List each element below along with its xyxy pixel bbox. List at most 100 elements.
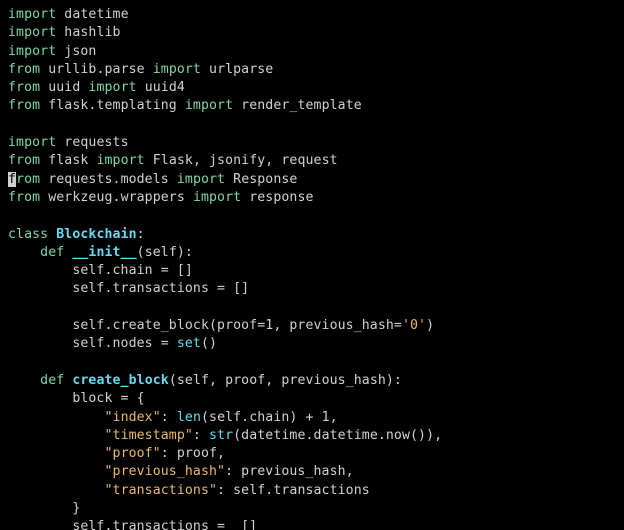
code-token: "timestamp" bbox=[104, 428, 192, 443]
code-editor[interactable]: import datetime import hashlib import js… bbox=[0, 0, 624, 530]
code-token: "transactions" bbox=[104, 483, 217, 498]
code-token: : bbox=[137, 227, 145, 242]
code-line: from werkzeug.wrappers import response bbox=[8, 190, 314, 205]
code-token: __init__ bbox=[72, 245, 136, 260]
code-token: ) bbox=[426, 318, 434, 333]
code-line: "proof": proof, bbox=[8, 446, 225, 461]
code-token bbox=[8, 410, 104, 425]
code-token: render_template bbox=[233, 98, 362, 113]
code-token: , previous_hash= bbox=[273, 318, 402, 333]
code-token: Blockchain bbox=[56, 227, 136, 242]
code-token: self.transactions = [] bbox=[8, 281, 249, 296]
code-line: self.chain = [] bbox=[8, 263, 193, 278]
code-token: set bbox=[177, 336, 201, 351]
code-token: import bbox=[8, 25, 56, 40]
code-token: create_block bbox=[72, 373, 168, 388]
code-line: self.transactions = [] bbox=[8, 519, 257, 530]
code-token: urllib.parse bbox=[40, 62, 153, 77]
code-token: import bbox=[8, 7, 56, 22]
code-token: (datetime.datetime.now()), bbox=[233, 428, 442, 443]
code-token bbox=[8, 373, 40, 388]
code-token: : bbox=[193, 428, 209, 443]
code-line: from uuid import uuid4 bbox=[8, 80, 185, 95]
code-token: from bbox=[8, 80, 40, 95]
code-token bbox=[8, 245, 40, 260]
code-token: block = { bbox=[8, 391, 145, 406]
code-token: import bbox=[96, 153, 144, 168]
code-line: "transactions": self.transactions bbox=[8, 483, 370, 498]
code-token: from bbox=[8, 98, 40, 113]
code-token: Flask, jsonify, request bbox=[145, 153, 338, 168]
code-token: self.transactions = [] bbox=[8, 519, 257, 530]
code-token: : previous_hash, bbox=[225, 464, 354, 479]
code-token: : proof, bbox=[161, 446, 225, 461]
code-line: from urllib.parse import urlparse bbox=[8, 62, 273, 77]
code-token: : bbox=[161, 410, 177, 425]
code-token: uuid bbox=[40, 80, 88, 95]
code-token: datetime bbox=[56, 7, 128, 22]
code-line: from flask import Flask, jsonify, reques… bbox=[8, 153, 338, 168]
code-token bbox=[8, 464, 104, 479]
code-token: flask.templating bbox=[40, 98, 185, 113]
code-token: def bbox=[40, 373, 64, 388]
code-token: response bbox=[241, 190, 313, 205]
code-token: uuid4 bbox=[137, 80, 185, 95]
code-token: f bbox=[8, 172, 16, 187]
code-token: import bbox=[193, 190, 241, 205]
code-token bbox=[8, 428, 104, 443]
code-line: import hashlib bbox=[8, 25, 121, 40]
code-token: class bbox=[8, 227, 48, 242]
code-token: import bbox=[88, 80, 136, 95]
code-token: "index" bbox=[104, 410, 160, 425]
code-line: class Blockchain: bbox=[8, 227, 145, 242]
code-token: (self): bbox=[137, 245, 193, 260]
code-token: "proof" bbox=[104, 446, 160, 461]
code-token: urlparse bbox=[201, 62, 273, 77]
code-token: import bbox=[8, 135, 56, 150]
code-line: import json bbox=[8, 44, 96, 59]
code-token: (self, proof, previous_hash): bbox=[169, 373, 402, 388]
code-token: requests bbox=[56, 135, 128, 150]
code-token: "previous_hash" bbox=[104, 464, 225, 479]
code-token: hashlib bbox=[56, 25, 120, 40]
code-token: (self.chain) + bbox=[201, 410, 322, 425]
code-line: from requests.models import Response bbox=[8, 172, 297, 187]
code-token: () bbox=[201, 336, 217, 351]
code-token: '0' bbox=[402, 318, 426, 333]
code-token: from bbox=[8, 62, 40, 77]
code-token: Response bbox=[225, 172, 297, 187]
code-token: rom bbox=[16, 172, 40, 187]
code-token bbox=[8, 483, 104, 498]
code-token: import bbox=[185, 98, 233, 113]
code-line: from flask.templating import render_temp… bbox=[8, 98, 362, 113]
code-token: def bbox=[40, 245, 64, 260]
code-token bbox=[8, 446, 104, 461]
code-line: "index": len(self.chain) + 1, bbox=[8, 410, 338, 425]
code-token: flask bbox=[40, 153, 96, 168]
code-token: import bbox=[8, 44, 56, 59]
code-token: : self.transactions bbox=[217, 483, 370, 498]
code-line: self.transactions = [] bbox=[8, 281, 249, 296]
code-token: from bbox=[8, 153, 40, 168]
code-line: import datetime bbox=[8, 7, 129, 22]
code-token: len bbox=[177, 410, 201, 425]
code-token: requests.models bbox=[40, 172, 177, 187]
code-line: def create_block(self, proof, previous_h… bbox=[8, 373, 402, 388]
code-line: self.create_block(proof=1, previous_hash… bbox=[8, 318, 434, 333]
code-line: def __init__(self): bbox=[8, 245, 193, 260]
code-token: str bbox=[209, 428, 233, 443]
code-line: "timestamp": str(datetime.datetime.now()… bbox=[8, 428, 442, 443]
code-token: self.create_block(proof= bbox=[8, 318, 265, 333]
code-token: } bbox=[8, 501, 80, 516]
code-token: self.chain = [] bbox=[8, 263, 193, 278]
code-line: import requests bbox=[8, 135, 129, 150]
code-line: } bbox=[8, 501, 80, 516]
code-token: from bbox=[8, 190, 40, 205]
code-line: "previous_hash": previous_hash, bbox=[8, 464, 354, 479]
code-token: , bbox=[330, 410, 338, 425]
code-token: json bbox=[56, 44, 96, 59]
code-token: werkzeug.wrappers bbox=[40, 190, 193, 205]
code-token: 1 bbox=[322, 410, 330, 425]
code-line: self.nodes = set() bbox=[8, 336, 217, 351]
code-token: self.nodes = bbox=[8, 336, 177, 351]
